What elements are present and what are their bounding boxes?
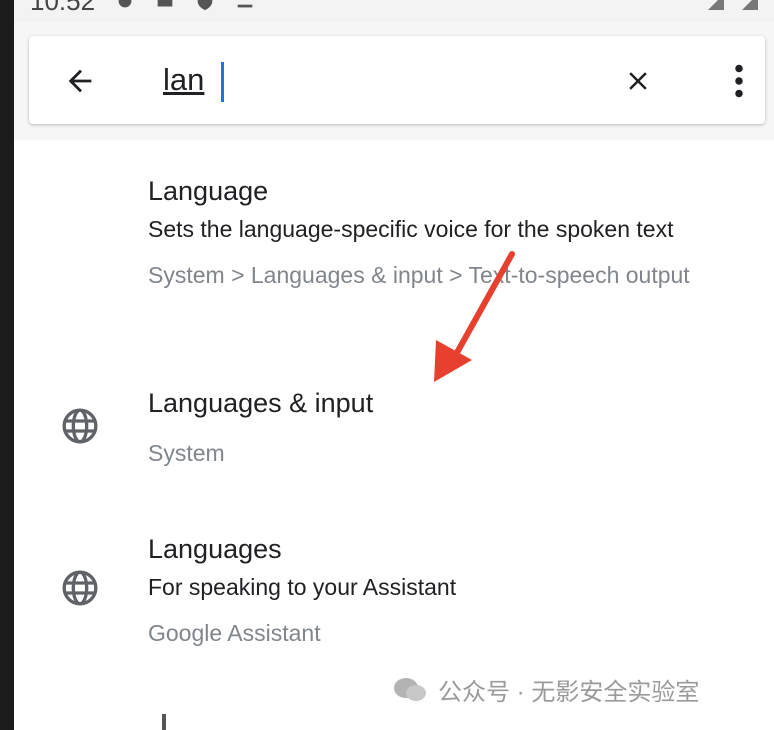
clear-search-icon[interactable] [623, 66, 653, 96]
settings-search-screen: 10:52 Language Sets the languag [14, 0, 774, 730]
more-options-icon[interactable] [724, 62, 754, 100]
result-path: System [148, 440, 225, 466]
search-results-list: Language Sets the language-specific voic… [14, 140, 774, 730]
wechat-logo-icon [394, 677, 426, 701]
search-bar [29, 36, 765, 124]
globe-icon [62, 570, 98, 606]
result-language[interactable]: Language Sets the language-specific voic… [14, 140, 774, 340]
watermark: 公众号 · 无影安全实验室 [392, 672, 699, 707]
settings-gear-icon [118, 0, 132, 8]
image-icon [157, 0, 173, 7]
result-summary: Sets the language-specific voice for the… [148, 216, 674, 242]
result-path: System > Languages & input > Text-to-spe… [148, 262, 690, 288]
signal-icon [708, 0, 758, 10]
result-path: Google Assistant [148, 620, 321, 646]
truncated-next-result [162, 714, 166, 730]
shield-icon [197, 0, 213, 11]
status-icons [114, 0, 256, 12]
result-languages-assistant[interactable]: Languages For speaking to your Assistant… [14, 510, 774, 660]
back-arrow-icon[interactable] [63, 64, 97, 98]
text-cursor [221, 62, 224, 102]
result-summary: For speaking to your Assistant [148, 574, 457, 600]
result-title: Language [148, 176, 269, 206]
result-languages-input[interactable]: Languages & input System [14, 350, 774, 490]
result-title: Languages [148, 534, 282, 564]
status-time: 10:52 [30, 0, 96, 16]
status-bar: 10:52 [14, 0, 774, 22]
download-icon [237, 4, 253, 8]
watermark-text: 公众号 · 无影安全实验室 [438, 679, 700, 706]
globe-icon [62, 408, 98, 444]
result-title: Languages & input [148, 388, 374, 418]
